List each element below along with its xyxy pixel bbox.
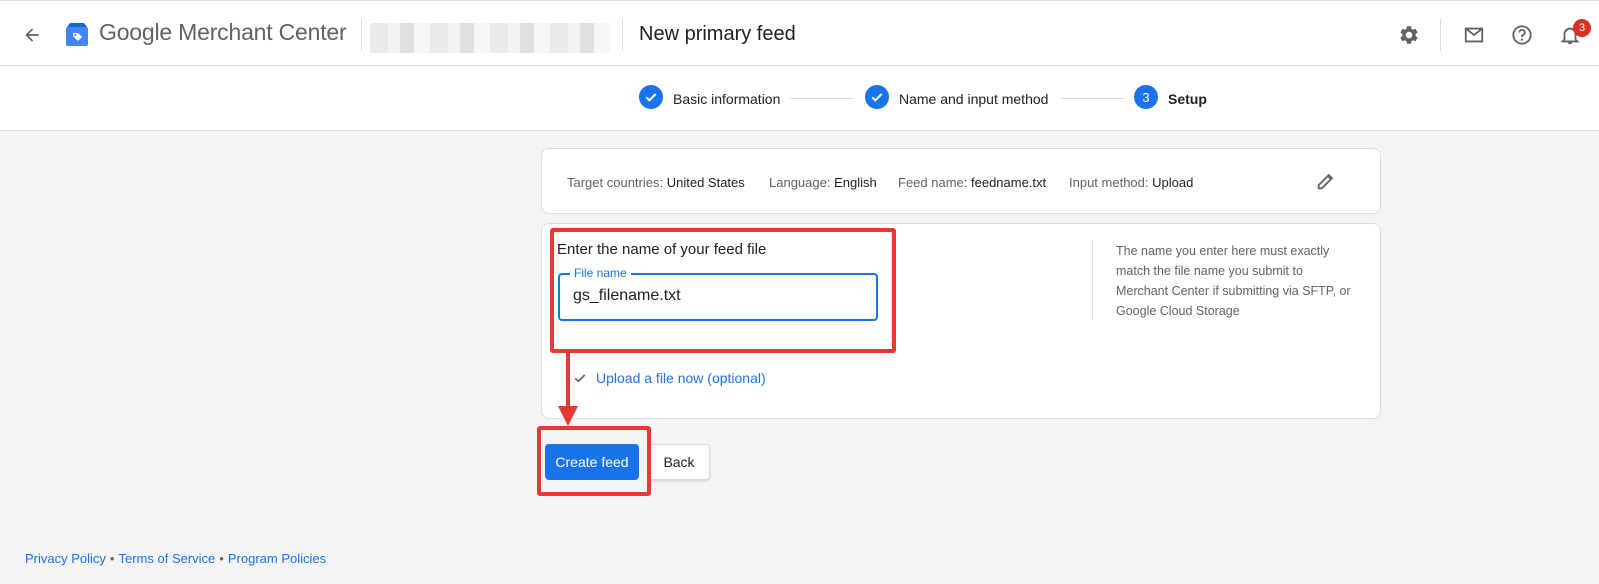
brand-google: Google <box>99 19 172 45</box>
file-name-label: File name <box>570 266 631 280</box>
step-number-badge: 3 <box>1134 85 1158 109</box>
summary-value: Upload <box>1152 175 1194 190</box>
check-icon <box>639 85 663 109</box>
summary-target-countries: Target countries: United States <box>567 175 745 190</box>
mail-icon[interactable] <box>1458 19 1490 51</box>
summary-language: Language: English <box>769 175 877 190</box>
create-feed-button[interactable]: Create feed <box>545 444 639 480</box>
page-title: New primary feed <box>639 23 796 45</box>
footer-separator: • <box>219 551 224 566</box>
footer-separator: • <box>109 551 115 566</box>
pencil-icon[interactable] <box>1312 167 1340 195</box>
gear-icon[interactable] <box>1393 19 1425 51</box>
file-name-input[interactable] <box>573 287 863 305</box>
help-icon[interactable] <box>1506 19 1538 51</box>
program-policies-link[interactable]: Program Policies <box>228 551 326 566</box>
summary-input-method: Input method: Upload <box>1069 175 1193 190</box>
summary-value: feedname.txt <box>971 175 1047 190</box>
feed-file-card: Enter the name of your feed file File na… <box>541 223 1381 419</box>
summary-key: Input method: <box>1069 175 1149 190</box>
check-icon <box>865 85 889 109</box>
arrow-back-icon[interactable] <box>16 19 48 51</box>
summary-value: United States <box>666 175 745 190</box>
feed-summary-card: Target countries: United States Language… <box>541 148 1381 214</box>
help-text: The name you enter here must exactly mat… <box>1116 244 1351 318</box>
upload-file-label: Upload a file now (optional) <box>596 370 766 386</box>
notification-badge: 3 <box>1573 19 1591 37</box>
step-setup: Setup <box>1168 91 1207 107</box>
merchant-center-logo[interactable] <box>63 20 91 48</box>
brand-product: Merchant Center <box>178 19 347 45</box>
step-name-and-input-method: Name and input method <box>899 91 1049 107</box>
summary-key: Language: <box>769 175 831 190</box>
terms-of-service-link[interactable]: Terms of Service <box>118 551 215 566</box>
summary-key: Feed name: <box>898 175 968 190</box>
summary-feed-name: Feed name: feedname.txt <box>898 175 1046 190</box>
privacy-policy-link[interactable]: Privacy Policy <box>25 551 106 566</box>
header-divider <box>622 19 623 51</box>
account-name-redacted[interactable] <box>370 23 610 53</box>
top-app-bar: Google Merchant Center New primary feed … <box>0 0 1599 66</box>
summary-key: Target countries: <box>567 175 664 190</box>
brand-name: Google Merchant Center <box>99 19 347 46</box>
feed-file-heading: Enter the name of your feed file <box>557 241 767 258</box>
header-divider <box>361 19 362 51</box>
step-connector <box>790 98 854 99</box>
check-icon <box>574 374 586 383</box>
step-basic-information: Basic information <box>673 91 781 107</box>
feed-setup-stepper: Basic information Name and input method … <box>0 66 1599 131</box>
upload-file-link[interactable]: Upload a file now (optional) <box>572 370 766 386</box>
header-divider <box>1440 19 1441 51</box>
file-name-field[interactable]: File name <box>558 266 878 321</box>
step-connector <box>1061 98 1125 99</box>
back-button[interactable]: Back <box>648 444 710 480</box>
help-divider <box>1092 240 1093 320</box>
summary-value: English <box>834 175 877 190</box>
footer-links: Privacy Policy • Terms of Service • Program … <box>25 551 326 566</box>
